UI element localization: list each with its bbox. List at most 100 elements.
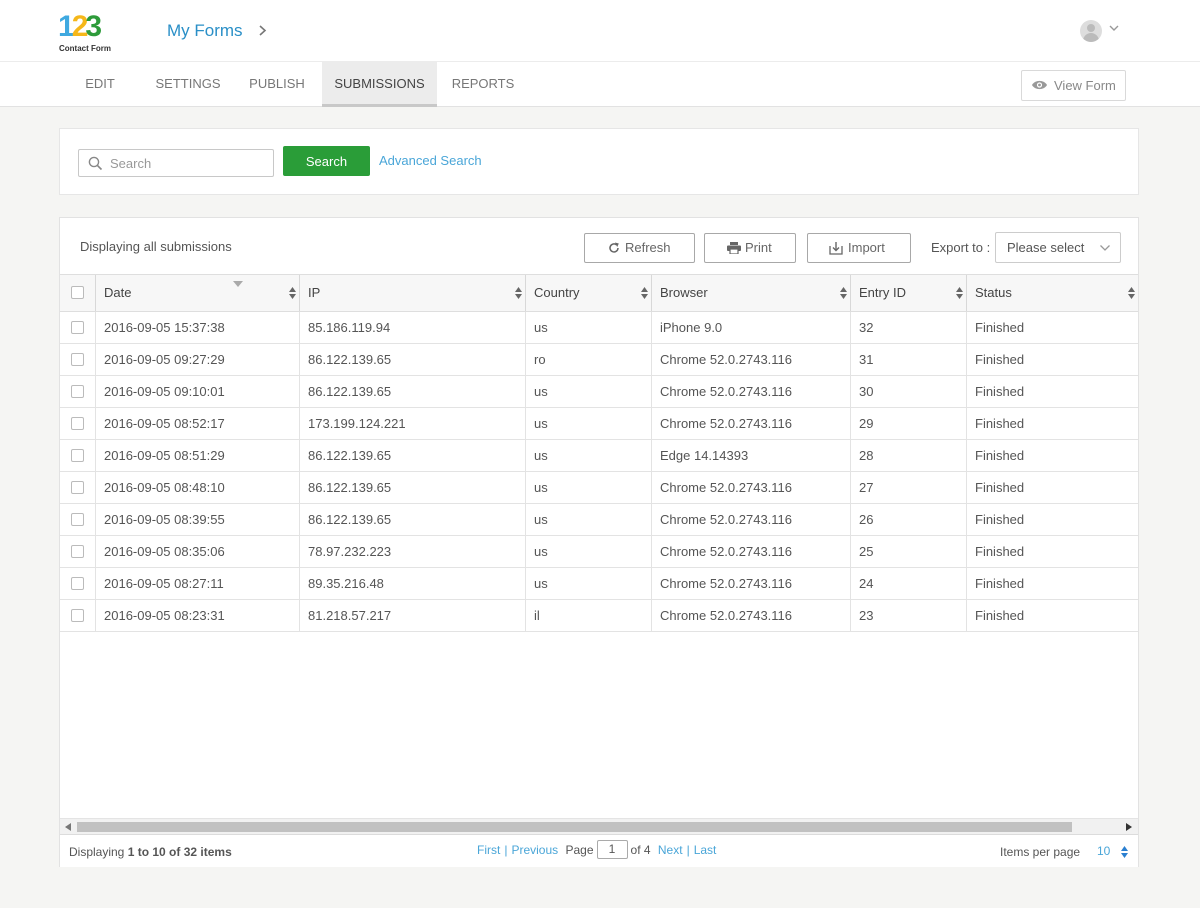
tab-settings[interactable]: SETTINGS <box>146 62 230 107</box>
cell-date: 2016-09-05 08:51:29 <box>96 440 300 472</box>
cell-country: us <box>526 536 652 568</box>
search-button[interactable]: Search <box>283 146 370 176</box>
pagination-info: Displaying 1 to 10 of 32 items <box>69 845 232 859</box>
cell-status: Finished <box>975 320 1025 335</box>
table-row[interactable]: 2016-09-05 08:35:06 78.97.232.223 us Chrome… <box>60 536 1138 568</box>
cell-status: Finished <box>975 448 1025 463</box>
select-all-checkbox[interactable] <box>71 286 84 299</box>
row-checkbox[interactable] <box>71 481 84 494</box>
view-form-button[interactable]: View Form <box>1021 70 1126 101</box>
cell-browser: Chrome 52.0.2743.116 <box>652 344 851 376</box>
scroll-right-arrow-icon[interactable] <box>1126 823 1132 831</box>
cell-entry-id: 26 <box>851 504 967 536</box>
cell-ip: 85.186.119.94 <box>300 312 526 344</box>
first-page-link[interactable]: First <box>477 843 500 857</box>
import-label: Import <box>848 240 885 255</box>
sort-icon <box>956 287 963 299</box>
pager-separator: | <box>686 843 690 858</box>
cell-date: 2016-09-05 08:39:55 <box>96 504 300 536</box>
last-page-link[interactable]: Last <box>694 843 717 857</box>
sort-icon <box>1128 287 1135 299</box>
page-number-input[interactable]: 1 <box>596 840 628 859</box>
row-select-cell <box>60 504 96 536</box>
row-checkbox[interactable] <box>71 417 84 430</box>
cell-date: 2016-09-05 08:48:10 <box>96 472 300 504</box>
chevron-right-icon <box>258 20 268 45</box>
view-form-label: View Form <box>1054 78 1116 93</box>
previous-page-link[interactable]: Previous <box>511 843 558 857</box>
cell-country: us <box>526 408 652 440</box>
horizontal-scrollbar[interactable] <box>60 818 1138 834</box>
tab-publish[interactable]: PUBLISH <box>240 62 314 107</box>
table-row[interactable]: 2016-09-05 08:39:55 86.122.139.65 us Chrome… <box>60 504 1138 536</box>
pager: First | Previous Page 1 of 4 Next | Last <box>477 840 717 859</box>
row-checkbox[interactable] <box>71 449 84 462</box>
cell-ip: 86.122.139.65 <box>300 440 526 472</box>
export-select[interactable]: Please select <box>995 232 1121 263</box>
scrollbar-thumb[interactable] <box>77 822 1072 832</box>
cell-entry-id: 25 <box>851 536 967 568</box>
logo[interactable]: 123 Contact Form <box>58 12 118 56</box>
cell-ip: 173.199.124.221 <box>300 408 526 440</box>
print-button[interactable]: Print <box>704 233 796 263</box>
chevron-down-icon[interactable] <box>1108 22 1120 34</box>
spinner-arrows-icon[interactable] <box>1121 846 1128 858</box>
search-input[interactable] <box>78 149 274 177</box>
table-row[interactable]: 2016-09-05 15:37:38 85.186.119.94 us iPhone… <box>60 312 1138 344</box>
tab-edit[interactable]: EDIT <box>70 62 130 107</box>
avatar-head <box>1087 24 1095 32</box>
row-checkbox[interactable] <box>71 577 84 590</box>
displaying-status: Displaying all submissions <box>80 239 232 254</box>
table-row[interactable]: 2016-09-05 08:27:11 89.35.216.48 us Chrome … <box>60 568 1138 600</box>
cell-browser: Chrome 52.0.2743.116 <box>652 376 851 408</box>
table-row[interactable]: 2016-09-05 09:27:29 86.122.139.65 ro Chrome… <box>60 344 1138 376</box>
cell-date: 2016-09-05 15:37:38 <box>96 312 300 344</box>
cell-date: 2016-09-05 08:52:17 <box>96 408 300 440</box>
import-icon <box>829 242 843 255</box>
table-row[interactable]: 2016-09-05 08:48:10 86.122.139.65 us Chrome… <box>60 472 1138 504</box>
next-page-link[interactable]: Next <box>658 843 683 857</box>
breadcrumb-my-forms[interactable]: My Forms <box>167 21 243 41</box>
row-checkbox[interactable] <box>71 385 84 398</box>
cell-status: Finished <box>975 608 1025 623</box>
column-header-browser[interactable]: Browser <box>652 275 851 311</box>
row-checkbox[interactable] <box>71 353 84 366</box>
chevron-down-icon <box>1100 245 1110 251</box>
table-row[interactable]: 2016-09-05 09:10:01 86.122.139.65 us Chrome… <box>60 376 1138 408</box>
row-select-cell <box>60 344 96 376</box>
cell-browser: Chrome 52.0.2743.116 <box>652 600 851 632</box>
cell-country: us <box>526 568 652 600</box>
column-header-entry-id[interactable]: Entry ID <box>851 275 967 311</box>
cell-country: us <box>526 440 652 472</box>
tab-submissions[interactable]: SUBMISSIONS <box>322 62 437 107</box>
cell-status: Finished <box>975 416 1025 431</box>
tab-reports[interactable]: REPORTS <box>445 62 521 107</box>
submissions-panel: Displaying all submissions Refresh Print… <box>59 217 1139 867</box>
page-count: of 4 <box>630 843 651 858</box>
column-header-date[interactable]: Date <box>96 275 300 311</box>
table-row[interactable]: 2016-09-05 08:52:17 173.199.124.221 us Chro… <box>60 408 1138 440</box>
cell-country: us <box>526 472 652 504</box>
cell-entry-id: 27 <box>851 472 967 504</box>
import-button[interactable]: Import <box>807 233 911 263</box>
column-header-status[interactable]: Status <box>967 275 1138 311</box>
items-per-page-value[interactable]: 10 <box>1097 844 1110 858</box>
row-select-cell <box>60 472 96 504</box>
column-header-country[interactable]: Country <box>526 275 652 311</box>
cell-country: il <box>526 600 652 632</box>
row-checkbox[interactable] <box>71 545 84 558</box>
column-header-ip[interactable]: IP <box>300 275 526 311</box>
search-icon <box>88 156 103 171</box>
advanced-search-link[interactable]: Advanced Search <box>379 153 482 168</box>
row-checkbox[interactable] <box>71 609 84 622</box>
cell-status: Finished <box>975 352 1025 367</box>
row-checkbox[interactable] <box>71 321 84 334</box>
table-row[interactable]: 2016-09-05 08:23:31 81.218.57.217 il Chrome… <box>60 600 1138 632</box>
refresh-button[interactable]: Refresh <box>584 233 695 263</box>
scroll-left-arrow-icon[interactable] <box>65 823 71 831</box>
avatar[interactable] <box>1080 20 1102 42</box>
refresh-label: Refresh <box>625 240 671 255</box>
row-checkbox[interactable] <box>71 513 84 526</box>
table-row[interactable]: 2016-09-05 08:51:29 86.122.139.65 us Edge 1… <box>60 440 1138 472</box>
cell-ip: 78.97.232.223 <box>300 536 526 568</box>
